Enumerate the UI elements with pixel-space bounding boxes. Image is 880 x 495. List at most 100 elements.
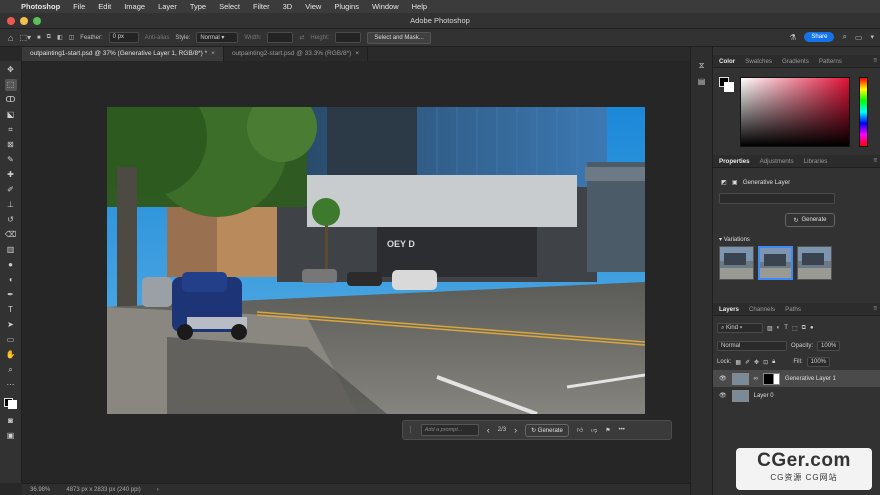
menu-layer[interactable]: Layer — [158, 2, 177, 11]
menu-view[interactable]: View — [305, 2, 321, 11]
comments-icon[interactable]: ▤ — [698, 77, 706, 86]
visibility-eye-icon[interactable]: 👁︎ — [719, 375, 727, 382]
marquee-preset-icon[interactable]: ⬚▾ — [19, 33, 31, 42]
tab-patterns[interactable]: Patterns — [819, 58, 842, 65]
tab-paths[interactable]: Paths — [785, 306, 801, 313]
filter-toggle-icon[interactable]: ● — [810, 325, 814, 331]
close-tab-icon[interactable]: × — [355, 50, 359, 57]
quick-mask-icon[interactable]: ◙ — [5, 415, 17, 427]
filter-smart-icon[interactable]: ⧉ — [802, 325, 806, 332]
healing-brush-icon[interactable]: ✚ — [5, 169, 17, 181]
home-icon[interactable]: ⌂ — [8, 33, 13, 43]
layer-mask-thumbnail[interactable] — [762, 372, 780, 385]
tab-properties[interactable]: Properties — [719, 158, 750, 165]
properties-prompt-field[interactable] — [719, 193, 835, 204]
tab-swatches[interactable]: Swatches — [745, 58, 772, 65]
kind-filter-select[interactable]: ⌕ Kind ▾ — [717, 323, 763, 333]
panel-menu-icon[interactable]: ≡ — [873, 157, 877, 164]
tab-outpainting1[interactable]: outpainting1-start.psd @ 37% (Generative… — [22, 47, 224, 61]
select-and-mask-button[interactable]: Select and Mask... — [367, 31, 431, 44]
style-select[interactable]: Normal ▾ — [196, 32, 239, 43]
zoom-icon[interactable]: ⌕ — [5, 364, 17, 376]
menu-3d[interactable]: 3D — [283, 2, 293, 11]
eraser-icon[interactable]: ⌫ — [5, 229, 17, 241]
crop-icon[interactable]: ⌗ — [5, 124, 17, 136]
variations-header[interactable]: ▾ Variations — [719, 236, 750, 243]
type-icon[interactable]: T — [5, 304, 17, 316]
history-brush-icon[interactable]: ↺ — [5, 214, 17, 226]
path-selection-icon[interactable]: ➤ — [5, 319, 17, 331]
width-input[interactable] — [267, 32, 294, 43]
history-icon[interactable]: ⧖ — [699, 61, 705, 71]
lasso-icon[interactable]: ↀ — [5, 94, 17, 106]
menu-plugins[interactable]: Plugins — [334, 2, 359, 11]
pen-icon[interactable]: ✒ — [5, 289, 17, 301]
blur-icon[interactable]: ● — [5, 259, 17, 271]
background-color[interactable] — [8, 400, 17, 409]
menu-type[interactable]: Type — [190, 2, 206, 11]
zoom-level[interactable]: 36.98% — [30, 487, 50, 493]
screen-mode-icon[interactable]: ▣ — [5, 430, 17, 442]
eyedropper-icon[interactable]: ✎ — [5, 154, 17, 166]
variation-thumbnail-3[interactable] — [797, 246, 832, 280]
tab-libraries[interactable]: Libraries — [804, 158, 828, 165]
panel-menu-icon[interactable]: ≡ — [873, 305, 877, 312]
workspace-icon[interactable]: ▭ — [855, 33, 863, 42]
menu-app-name[interactable]: Photoshop — [21, 2, 60, 11]
drag-handle-icon[interactable]: │ — [409, 427, 413, 433]
menu-edit[interactable]: Edit — [98, 2, 111, 11]
prompt-input[interactable]: Add a prompt... — [420, 424, 479, 436]
lock-paint-icon[interactable]: ✐ — [745, 359, 750, 366]
close-tab-icon[interactable]: × — [211, 50, 215, 57]
menu-select[interactable]: Select — [219, 2, 240, 11]
more-tools-icon[interactable]: ⋯ — [5, 379, 17, 391]
lock-position-icon[interactable]: ✥ — [754, 359, 759, 366]
background-swatch[interactable] — [724, 82, 734, 92]
feather-input[interactable]: 0 px — [108, 32, 139, 43]
layer-row-layer0[interactable]: 👁︎ Layer 0 — [713, 387, 880, 404]
menu-image[interactable]: Image — [124, 2, 145, 11]
panel-menu-icon[interactable]: ≡ — [873, 57, 877, 64]
intersect-selection-icon[interactable]: ◫ — [69, 34, 75, 41]
rectangular-marquee-icon[interactable]: ⬚ — [4, 79, 17, 91]
add-selection-icon[interactable]: ⧉ — [47, 34, 51, 41]
height-input[interactable] — [335, 32, 362, 43]
context-generate-button[interactable]: ↻ Generate — [525, 423, 569, 437]
lock-artboard-icon[interactable]: ⊡ — [763, 359, 768, 366]
document-image[interactable]: OEY D — [107, 107, 645, 414]
share-button[interactable]: Share — [804, 32, 835, 42]
menu-filter[interactable]: Filter — [253, 2, 270, 11]
thumbs-up-icon[interactable]: 👍︎ — [577, 426, 583, 434]
gradient-icon[interactable]: ▥ — [5, 244, 17, 256]
tab-outpainting2[interactable]: outpainting2-start.psd @ 33.3% (RGB/8*) × — [224, 47, 369, 61]
opacity-input[interactable]: 100% — [817, 341, 841, 351]
rectangle-icon[interactable]: ▭ — [5, 334, 17, 346]
lock-all-icon[interactable]: 🔒︎ — [772, 359, 775, 366]
filter-pixel-icon[interactable]: ▨ — [767, 325, 773, 332]
menu-file[interactable]: File — [73, 2, 85, 11]
move-tool-icon[interactable]: ✥ — [5, 64, 17, 76]
hue-slider[interactable] — [859, 77, 868, 147]
blend-mode-select[interactable]: Normal — [717, 341, 787, 351]
filter-adjustment-icon[interactable]: ◐ — [777, 325, 781, 331]
beaker-icon[interactable]: ⚗ — [789, 33, 796, 42]
menu-help[interactable]: Help — [412, 2, 427, 11]
fill-input[interactable]: 100% — [806, 357, 831, 367]
flag-icon[interactable]: ⚑ — [605, 427, 610, 434]
visibility-eye-icon[interactable]: 👁︎ — [719, 392, 727, 399]
search-icon[interactable]: ⌕ — [842, 32, 846, 42]
color-swatches[interactable] — [4, 394, 17, 412]
swap-icon[interactable]: ⇄ — [299, 34, 304, 41]
subtract-selection-icon[interactable]: ◧ — [57, 34, 63, 41]
antialias-checkbox-label[interactable]: Anti-alias — [145, 35, 170, 41]
object-selection-icon[interactable]: ⬕ — [5, 109, 17, 121]
canvas-area[interactable]: OEY D │ Add a prompt... ‹ 2/3 › ↻ Genera… — [22, 61, 690, 483]
tab-gradients[interactable]: Gradients — [782, 58, 809, 65]
hand-icon[interactable]: ✋ — [5, 349, 17, 361]
new-selection-icon[interactable]: ■ — [37, 35, 41, 41]
workspace-menu-icon[interactable]: ▾ — [870, 33, 874, 41]
lock-pixels-icon[interactable]: ▦ — [735, 359, 741, 366]
tab-layers[interactable]: Layers — [719, 306, 739, 313]
thumbs-down-icon[interactable]: 👎︎ — [591, 426, 597, 434]
tab-adjustments[interactable]: Adjustments — [760, 158, 794, 165]
